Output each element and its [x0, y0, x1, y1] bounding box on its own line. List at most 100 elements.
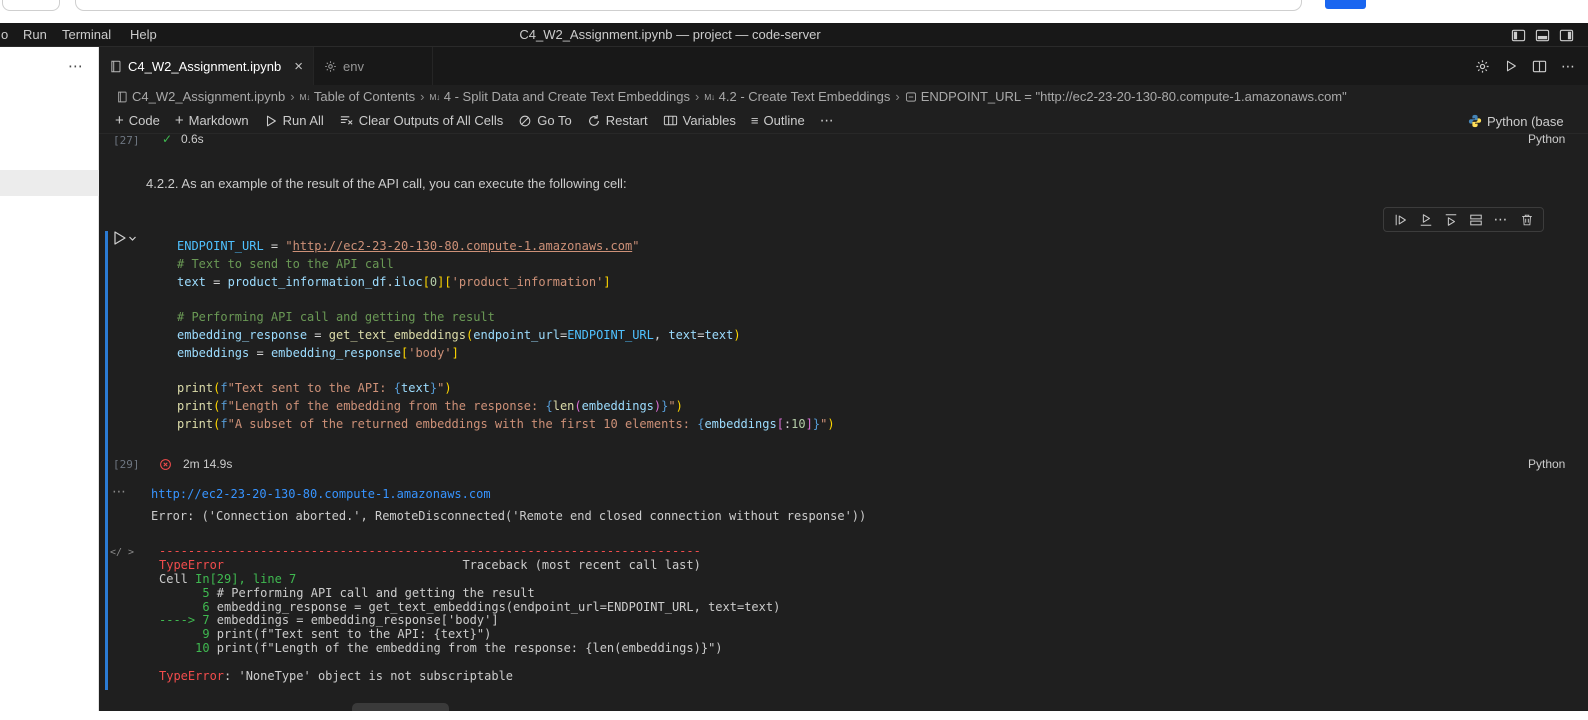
breadcrumb-file[interactable]: C4_W2_Assignment.ipynb — [116, 89, 285, 104]
tb-line: 6 embedding_response = get_text_embeddin… — [159, 599, 781, 614]
editor-tab-bar: C4_W2_Assignment.ipynb × env ⋯ — [99, 47, 1588, 85]
gear-icon — [325, 60, 336, 72]
breadcrumb-section-4-2[interactable]: M↓ 4.2 - Create Text Embeddings — [704, 89, 890, 104]
focused-cell-indicator — [105, 231, 108, 690]
tab-env[interactable]: env — [314, 47, 433, 85]
variables-icon — [663, 115, 677, 126]
code-server-window: o Run Terminal Help C4_W2_Assignment.ipy… — [0, 0, 1588, 720]
variables-button[interactable]: Variables — [663, 113, 736, 128]
restart-icon — [588, 114, 599, 126]
run-by-line-icon[interactable] — [1394, 213, 1408, 227]
toolbar-more-button[interactable]: ⋯ — [820, 112, 835, 129]
code-line: print(f"Length of the embedding from the… — [177, 398, 683, 413]
go-to-button[interactable]: Go To — [518, 113, 572, 128]
breadcrumb-separator: › — [895, 89, 900, 104]
breadcrumb-toc[interactable]: M↓ Table of Contents — [300, 89, 416, 104]
breadcrumb-label: 4.2 - Create Text Embeddings — [718, 89, 891, 104]
more-icon[interactable]: ⋯ — [68, 57, 83, 75]
tab-notebook[interactable]: C4_W2_Assignment.ipynb × — [99, 47, 314, 85]
more-actions-icon[interactable]: ⋯ — [1494, 211, 1509, 228]
more-actions-icon[interactable]: ⋯ — [1561, 58, 1576, 75]
browser-tab-remnant[interactable] — [2, 0, 60, 11]
output-link[interactable]: http://ec2-23-20-130-80.compute-1.amazon… — [151, 487, 491, 501]
cell-language[interactable]: Python — [1528, 457, 1565, 471]
restart-kernel-button[interactable]: Restart — [587, 113, 648, 128]
toggle-sidebar-icon[interactable] — [1511, 28, 1526, 43]
add-code-cell-button[interactable]: + Code — [115, 113, 160, 128]
code-line: text = product_information_df.iloc[0]['p… — [177, 274, 611, 289]
breadcrumb-label: ENDPOINT_URL = "http://ec2-23-20-130-80.… — [920, 89, 1347, 104]
error-icon — [160, 459, 171, 470]
code-line: print(f"A subset of the returned embeddi… — [177, 416, 835, 431]
tb-line: 5 # Performing API call and getting the … — [159, 585, 535, 600]
markdown-icon: M↓ — [429, 91, 440, 102]
tb-line: ----------------------------------------… — [159, 544, 701, 558]
markdown-icon: M↓ — [299, 91, 311, 102]
toggle-secondary-sidebar-icon[interactable] — [1559, 28, 1574, 43]
tb-line: 9 print(f"Text sent to the API: {text}") — [159, 627, 492, 642]
split-cell-icon[interactable] — [1469, 213, 1483, 227]
tab-label: env — [343, 58, 364, 74]
background-window-panel: ⋯ — [0, 47, 99, 711]
clear-outputs-button[interactable]: Clear Outputs of All Cells — [339, 113, 503, 128]
code-line: ENDPOINT_URL = "http://ec2-23-20-130-80.… — [177, 239, 640, 253]
close-tab-icon[interactable]: × — [294, 59, 303, 74]
python-icon — [1468, 114, 1482, 128]
prev-cell-duration: 0.6s — [181, 132, 204, 146]
plus-icon: + — [115, 112, 124, 129]
browser-chrome-strip — [0, 0, 1588, 23]
breadcrumb-code-cell[interactable]: ENDPOINT_URL = "http://ec2-23-20-130-80.… — [905, 89, 1347, 104]
toggle-panel-icon[interactable] — [1535, 28, 1550, 43]
background-window-row — [0, 170, 99, 196]
delete-cell-icon[interactable] — [1520, 213, 1534, 227]
add-markdown-cell-button[interactable]: + Markdown — [175, 113, 249, 128]
run-cell-button[interactable] — [112, 230, 138, 246]
outline-button[interactable]: ≡ Outline — [751, 113, 805, 128]
run-icon[interactable] — [1504, 59, 1518, 73]
markdown-icon: M↓ — [704, 91, 715, 102]
code-line: # Performing API call and getting the re… — [177, 310, 495, 324]
code-cell-editor[interactable]: ENDPOINT_URL = "http://ec2-23-20-130-80.… — [177, 238, 835, 433]
code-output-mime-icon: </ > — [110, 547, 135, 558]
split-editor-icon[interactable] — [1532, 59, 1547, 74]
execute-above-icon[interactable] — [1444, 213, 1458, 227]
menu-item-run[interactable]: Run — [23, 23, 47, 47]
tb-line — [159, 656, 780, 670]
outline-icon: ≡ — [750, 113, 759, 128]
prev-cell-language[interactable]: Python — [1528, 132, 1565, 146]
background-window-element — [352, 703, 449, 711]
notebook-file-icon — [111, 60, 121, 72]
cell-duration: 2m 14.9s — [183, 457, 233, 471]
run-all-icon — [266, 115, 276, 126]
code-line: print(f"Text sent to the API: {text}") — [177, 381, 452, 395]
prev-cell-execution-count: [27] — [113, 134, 140, 147]
tb-line: 10 print(f"Length of the embedding from … — [159, 641, 723, 656]
code-line: embedding_response = get_text_embeddings… — [177, 327, 741, 342]
more-actions-icon: ⋯ — [819, 112, 835, 128]
notebook-settings-gear-icon[interactable] — [1475, 59, 1490, 74]
notebook-toolbar: + Code + Markdown Run All Clear Outputs … — [99, 108, 1588, 134]
traceback-output: ----------------------------------------… — [159, 544, 781, 684]
notebook-file-icon — [118, 91, 127, 102]
execute-below-icon[interactable] — [1419, 213, 1433, 227]
go-to-icon — [519, 115, 531, 126]
success-check-icon: ✓ — [162, 132, 173, 146]
tb-line: TypeError: 'NoneType' object is not subs… — [159, 669, 514, 684]
run-all-button[interactable]: Run All — [264, 113, 324, 128]
breadcrumb-section-4[interactable]: M↓ 4 - Split Data and Create Text Embedd… — [429, 89, 690, 104]
browser-address-bar[interactable] — [75, 0, 1302, 11]
browser-action-button[interactable] — [1325, 0, 1366, 9]
kernel-picker[interactable]: Python (base — [1468, 108, 1564, 133]
menu-item-go-partial[interactable]: o — [1, 23, 8, 47]
menu-item-terminal[interactable]: Terminal — [62, 23, 111, 47]
tb-line: Cell In[29], line 7 — [159, 571, 297, 586]
cell-execution-count: [29] — [113, 458, 140, 471]
tab-label: C4_W2_Assignment.ipynb — [128, 58, 282, 74]
symbol-code-icon — [905, 91, 916, 102]
output-options-icon[interactable]: ⋯ — [112, 483, 127, 500]
menu-item-help[interactable]: Help — [130, 23, 157, 47]
cell-toolbar: ⋯ — [1383, 207, 1544, 232]
breadcrumb-label: 4 - Split Data and Create Text Embedding… — [443, 89, 690, 104]
